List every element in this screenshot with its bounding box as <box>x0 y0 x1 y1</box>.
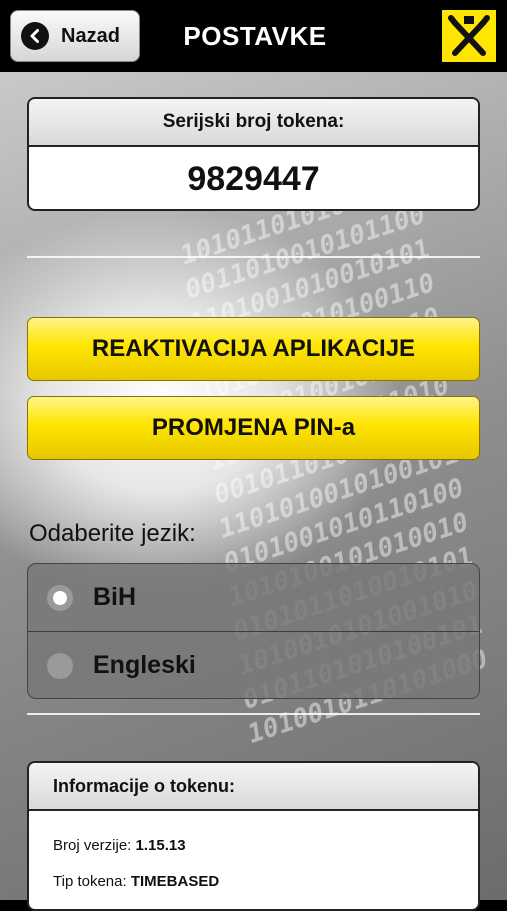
raiffeisen-logo-icon <box>442 10 496 62</box>
language-option-label: BiH <box>93 583 137 611</box>
language-selector: BiH Engleski <box>27 563 480 699</box>
language-option-label: Engleski <box>93 651 196 679</box>
language-option-english[interactable]: Engleski <box>28 631 479 698</box>
back-button-label: Nazad <box>61 24 120 47</box>
token-type-label: Tip tokena: <box>53 873 127 890</box>
language-option-bih[interactable]: BiH <box>28 564 479 631</box>
token-info-heading: Informacije o tokenu: <box>29 763 478 811</box>
version-value: 1.15.13 <box>135 837 186 854</box>
radio-unselected-icon[interactable] <box>47 652 73 679</box>
token-type-value: TIMEBASED <box>130 873 220 890</box>
navigation-bar: Nazad POSTAVKE <box>0 0 507 72</box>
serial-number-value: 9829447 <box>187 159 320 198</box>
divider <box>27 713 480 715</box>
radio-selected-icon[interactable] <box>47 584 73 611</box>
version-label: Broj verzije: <box>53 837 132 854</box>
serial-number-card: Serijski broj tokena: 9829447 <box>27 97 480 211</box>
divider <box>27 256 480 258</box>
chevron-left-icon <box>21 22 49 50</box>
back-button[interactable]: Nazad <box>10 10 140 62</box>
change-pin-button[interactable]: PROMJENA PIN-a <box>27 396 480 460</box>
language-prompt: Odaberite jezik: <box>29 520 196 547</box>
page-title: POSTAVKE <box>183 20 327 51</box>
reactivate-app-button[interactable]: REAKTIVACIJA APLIKACIJE <box>27 317 480 381</box>
token-type-row: Tip tokena: TIMEBASED <box>53 873 219 890</box>
serial-number-heading: Serijski broj tokena: <box>29 99 478 147</box>
version-row: Broj verzije: 1.15.13 <box>53 837 186 854</box>
token-info-card: Informacije o tokenu: Broj verzije: 1.15… <box>27 761 480 911</box>
